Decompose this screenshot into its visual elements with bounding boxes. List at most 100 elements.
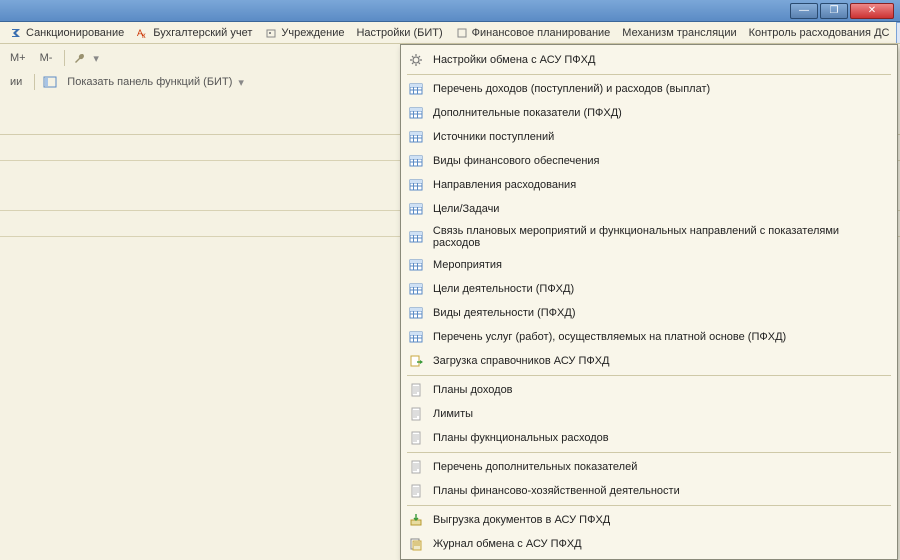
dropdown-separator [407,505,891,506]
table-icon [407,129,425,145]
export-icon [407,512,425,528]
table-icon [407,329,425,345]
doc-icon [407,459,425,475]
dropdown-item-label: Планы фукнциональных расходов [433,432,609,444]
menu-sanction[interactable]: Санкционирование [4,22,129,43]
show-panel-label: Показать панель функций (БИТ) [67,76,232,88]
dropdown-item-label: Связь плановых мероприятий и функциональ… [433,225,887,249]
ledger-icon: Ак [136,26,150,40]
menu-institution[interactable]: Учреждение [259,22,349,43]
m-plus-button[interactable]: M+ [6,50,30,66]
wrench-icon[interactable] [73,51,87,65]
menu-control-dc[interactable]: Контроль расходования ДС [744,22,895,43]
import-icon [407,353,425,369]
dropdown-item[interactable]: Источники поступлений [403,125,895,149]
dropdown-item[interactable]: Мероприятия [403,253,895,277]
minimize-button[interactable]: — [790,3,818,19]
dropdown-item[interactable]: Виды финансового обеспечения [403,149,895,173]
sigma-icon [9,26,23,40]
menu-asu-pfhd[interactable]: АСУ ПФХД [896,22,900,43]
dropdown-item[interactable]: Планы доходов [403,378,895,402]
dropdown-item[interactable]: Выгрузка документов в АСУ ПФХД [403,508,895,532]
dropdown-item[interactable]: Цели/Задачи [403,197,895,221]
table-icon [407,257,425,273]
m-minus-button[interactable]: M- [36,50,57,66]
panel-icon [43,75,57,89]
menu-label: Финансовое планирование [472,27,611,39]
table-icon [407,201,425,217]
table-icon [407,229,425,245]
menu-fin-plan[interactable]: Финансовое планирование [450,22,616,43]
dropdown-item[interactable]: Дополнительные показатели (ПФХД) [403,101,895,125]
dropdown-item-label: Перечень услуг (работ), осуществляемых н… [433,331,786,343]
dropdown-item-label: Виды деятельности (ПФХД) [433,307,575,319]
dropdown-item-label: Цели деятельности (ПФХД) [433,283,574,295]
main-menubar: Санкционирование Ак Бухгалтерский учет У… [0,22,900,44]
dropdown-item[interactable]: Настройки обмена с АСУ ПФХД [403,48,895,72]
building-icon [264,26,278,40]
menu-settings-bit[interactable]: Настройки (БИТ) [351,22,447,43]
dropdown-separator [407,375,891,376]
menu-accounting[interactable]: Ак Бухгалтерский учет [131,22,257,43]
doc-icon [407,430,425,446]
dropdown-item[interactable]: Цели деятельности (ПФХД) [403,277,895,301]
dropdown-item[interactable]: Планы фукнциональных расходов [403,426,895,450]
dropdown-item[interactable]: Связь плановых мероприятий и функциональ… [403,221,895,253]
menu-label: Контроль расходования ДС [749,27,890,39]
gear-icon [407,52,425,68]
dropdown-item[interactable]: Перечень услуг (работ), осуществляемых н… [403,325,895,349]
svg-text:к: к [142,31,146,39]
dropdown-item-label: Перечень доходов (поступлений) и расходо… [433,83,710,95]
dropdown-item-label: Источники поступлений [433,131,554,143]
table-icon [407,305,425,321]
doc-icon [407,382,425,398]
menu-mech-transl[interactable]: Механизм трансляции [617,22,741,43]
menu-label: Механизм трансляции [622,27,736,39]
dropdown-item-label: Виды финансового обеспечения [433,155,600,167]
dropdown-item-label: Журнал обмена с АСУ ПФХД [433,538,582,550]
doc-icon [455,26,469,40]
dropdown-item-label: Лимиты [433,408,473,420]
dropdown-separator [407,452,891,453]
dropdown-item-label: Планы доходов [433,384,513,396]
dropdown-item-label: Выгрузка документов в АСУ ПФХД [433,514,610,526]
dropdown-item[interactable]: Журнал обмена с АСУ ПФХД [403,532,895,556]
dropdown-item-label: Цели/Задачи [433,203,499,215]
toolbar-label: ии [10,76,22,88]
dropdown-item-label: Дополнительные показатели (ПФХД) [433,107,622,119]
table-icon [407,177,425,193]
dropdown-item[interactable]: Перечень дополнительных показателей [403,455,895,479]
dropdown-separator [407,74,891,75]
show-panel-button[interactable]: Показать панель функций (БИТ) ▾ [63,74,248,91]
journal-icon [407,536,425,552]
maximize-button[interactable]: ❐ [820,3,848,19]
dropdown-item[interactable]: Виды деятельности (ПФХД) [403,301,895,325]
table-icon [407,153,425,169]
dropdown-item[interactable]: Лимиты [403,402,895,426]
doc-icon [407,406,425,422]
menu-label: Настройки (БИТ) [356,27,442,39]
menu-label: Санкционирование [26,27,124,39]
dropdown-item[interactable]: Загрузка справочников АСУ ПФХД [403,349,895,373]
dropdown-item-label: Направления расходования [433,179,576,191]
menu-label: Учреждение [281,27,344,39]
menu-label: Бухгалтерский учет [153,27,252,39]
toolbar-divider [64,50,65,66]
dropdown-item-label: Настройки обмена с АСУ ПФХД [433,54,595,66]
dropdown-item-label: Перечень дополнительных показателей [433,461,637,473]
table-icon [407,81,425,97]
dropdown-item-label: Планы финансово-хозяйственной деятельнос… [433,485,680,497]
toolbar-divider [34,74,35,90]
close-button[interactable]: ✕ [850,3,894,19]
dropdown-item[interactable]: Планы финансово-хозяйственной деятельнос… [403,479,895,503]
asu-pfhd-dropdown: Настройки обмена с АСУ ПФХД Перечень дохо… [400,44,898,560]
dropdown-item[interactable]: Перечень доходов (поступлений) и расходо… [403,77,895,101]
dropdown-item[interactable]: Направления расходования [403,173,895,197]
table-icon [407,281,425,297]
doc-icon [407,483,425,499]
window-titlebar: — ❐ ✕ [0,0,900,22]
dropdown-item-label: Загрузка справочников АСУ ПФХД [433,355,610,367]
fn-panel-button[interactable]: ии [6,74,26,90]
dropdown-item-label: Мероприятия [433,259,502,271]
table-icon [407,105,425,121]
